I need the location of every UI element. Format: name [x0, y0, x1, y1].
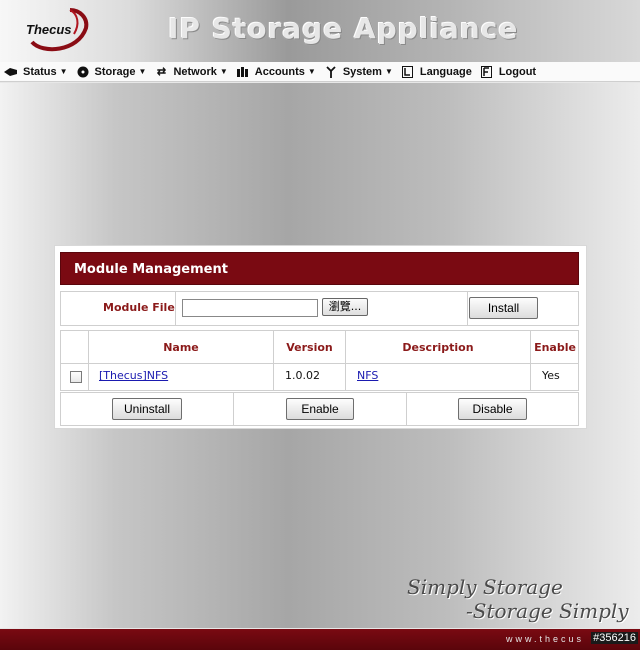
menu-status[interactable]: Status ▼ — [4, 66, 68, 78]
footer-url: www.thecus — [505, 634, 584, 644]
logo-text: Thecus — [26, 22, 72, 37]
divider — [467, 292, 468, 325]
module-table: Name Version Description Enable [Thecus]… — [60, 330, 579, 391]
module-file-label: Module File — [103, 301, 175, 314]
main-menu: Status ▼ Storage ▼ ⇄ Network ▼ Accounts … — [0, 62, 640, 82]
chevron-down-icon: ▼ — [59, 67, 68, 76]
row-select-checkbox[interactable] — [70, 371, 82, 383]
column-header-name: Name — [163, 341, 199, 354]
divider — [530, 331, 531, 390]
module-description-link[interactable]: NFS — [357, 369, 378, 382]
browse-button[interactable]: 瀏覽... — [322, 298, 368, 316]
module-name-link[interactable]: [Thecus]NFS — [99, 369, 168, 382]
footer-bar: www.thecus #356216 — [0, 629, 640, 650]
header-banner: Thecus IP Storage Appliance — [0, 0, 640, 62]
slogan-line1: Simply Storage — [407, 575, 563, 599]
action-row: Uninstall Enable Disable — [60, 392, 579, 426]
menu-storage[interactable]: Storage ▼ — [76, 65, 147, 78]
language-icon — [401, 65, 415, 78]
menu-language-label: Language — [419, 65, 472, 78]
storage-icon — [76, 66, 90, 78]
thecus-logo: Thecus — [22, 8, 90, 54]
menu-language[interactable]: Language — [401, 65, 472, 78]
column-header-version: Version — [286, 341, 333, 354]
footer-id-badge: #356216 — [591, 632, 638, 644]
panel-title: Module Management — [60, 252, 579, 285]
accounts-icon — [236, 66, 250, 78]
divider — [175, 292, 176, 325]
module-enable-status: Yes — [542, 369, 560, 382]
slogan-line2: -Storage Simply — [466, 599, 629, 623]
menu-accounts-label: Accounts — [254, 65, 305, 78]
module-file-input[interactable] — [182, 299, 318, 317]
module-version: 1.0.02 — [285, 369, 320, 382]
enable-button[interactable]: Enable — [286, 398, 354, 420]
menu-network[interactable]: ⇄ Network ▼ — [154, 65, 228, 79]
status-icon — [4, 66, 18, 78]
module-file-row: Module File 瀏覽... Install — [60, 291, 579, 326]
uninstall-button[interactable]: Uninstall — [112, 398, 182, 420]
chevron-down-icon: ▼ — [219, 67, 228, 76]
divider — [233, 393, 234, 425]
logout-icon — [480, 65, 494, 78]
chevron-down-icon: ▼ — [384, 67, 393, 76]
divider — [61, 363, 578, 364]
divider — [273, 331, 274, 390]
column-header-enable: Enable — [534, 341, 576, 354]
menu-storage-label: Storage — [94, 65, 136, 78]
disable-button[interactable]: Disable — [458, 398, 527, 420]
divider — [345, 331, 346, 390]
brand-title: IP Storage Appliance — [168, 12, 519, 45]
menu-status-label: Status — [23, 65, 57, 78]
menu-system-label: System — [342, 65, 382, 78]
column-header-description: Description — [402, 341, 474, 354]
divider — [406, 393, 407, 425]
divider — [88, 331, 89, 390]
menu-logout-label: Logout — [498, 65, 537, 78]
menu-network-label: Network — [173, 65, 217, 78]
menu-accounts[interactable]: Accounts ▼ — [236, 66, 316, 78]
system-icon — [324, 65, 338, 78]
chevron-down-icon: ▼ — [138, 67, 147, 76]
menu-system[interactable]: System ▼ — [324, 66, 393, 78]
module-management-panel: Module Management Module File 瀏覽... Inst… — [54, 245, 587, 429]
install-button[interactable]: Install — [469, 297, 538, 319]
menu-logout[interactable]: Logout — [480, 65, 537, 78]
chevron-down-icon: ▼ — [307, 67, 316, 76]
network-icon: ⇄ — [156, 66, 167, 78]
